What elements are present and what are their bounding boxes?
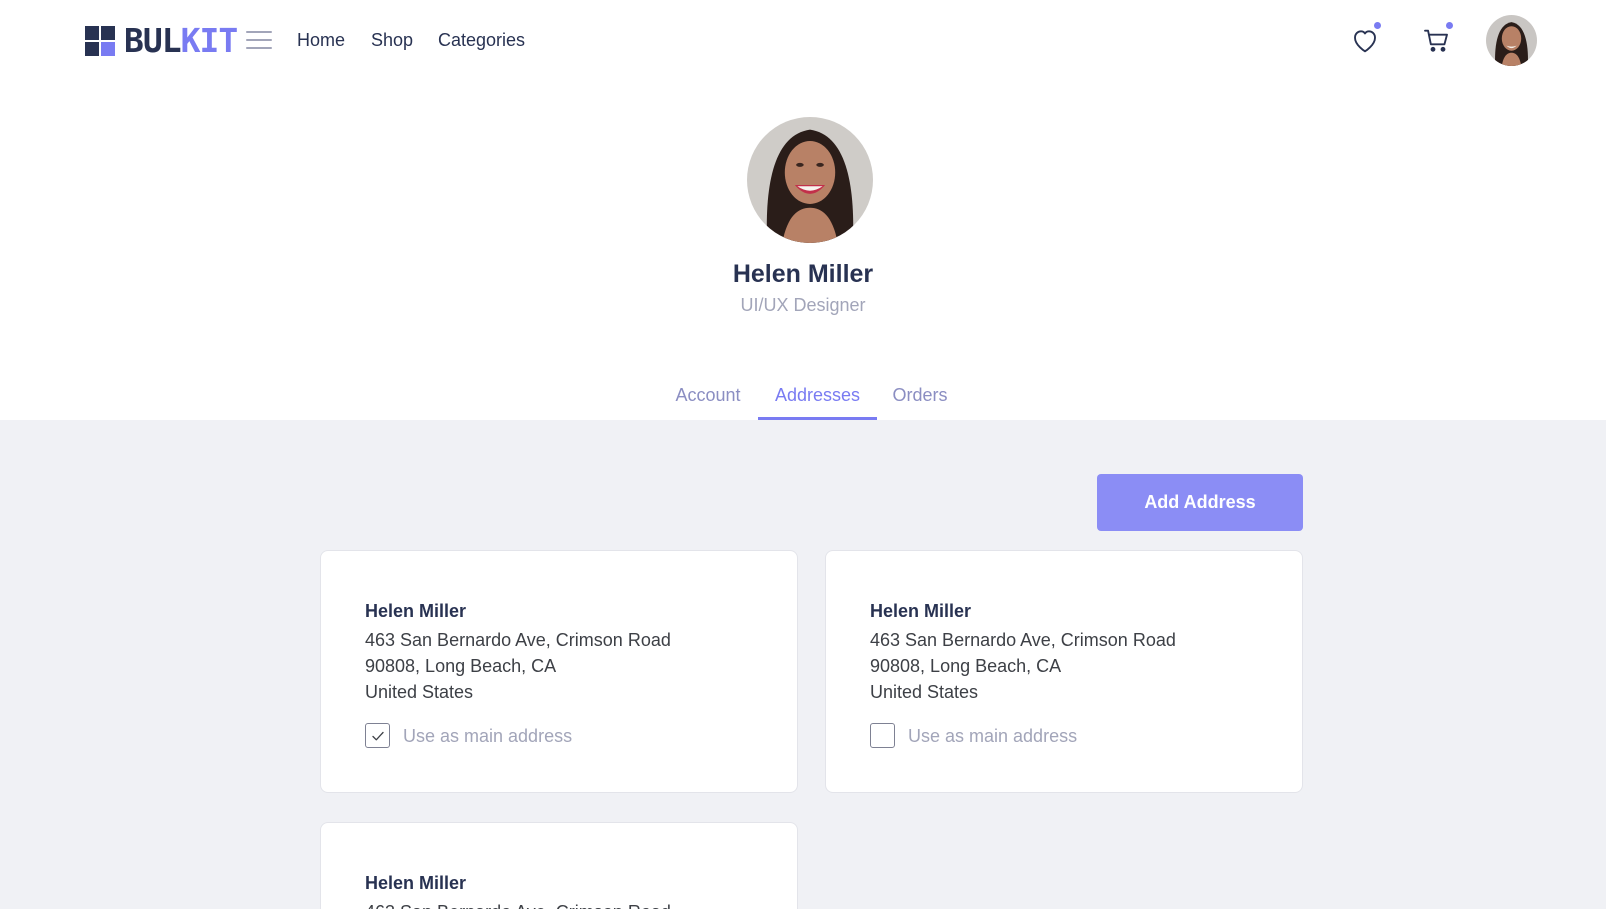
logo-text: BULKIT (124, 21, 239, 60)
address-country: United States (365, 682, 474, 702)
nav-home-link[interactable]: Home (297, 28, 345, 52)
logo-text-part2: KIT (180, 21, 239, 60)
brand-logo[interactable]: BULKIT (85, 21, 239, 60)
profile-avatar (747, 117, 873, 243)
profile-name: Helen Miller (732, 260, 874, 288)
cart-badge (1444, 20, 1455, 31)
checkmark-icon (371, 731, 384, 740)
tab-account[interactable]: Account (658, 380, 758, 420)
checkbox-label: Use as main address (908, 725, 1078, 746)
menu-icon[interactable] (246, 30, 272, 50)
checkbox-box[interactable] (365, 723, 390, 748)
logo-mark-icon (85, 26, 115, 56)
address-line2: 90808, Long Beach, CA (870, 656, 1062, 676)
header-section: BULKIT Home Shop Categories Helen Miller… (0, 0, 1606, 420)
checkbox-box[interactable] (870, 723, 895, 748)
address-line1: 463 San Bernardo Ave, Crimson Road (870, 630, 1176, 650)
add-address-button[interactable]: Add Address (1097, 474, 1303, 531)
address-line2: 90808, Long Beach, CA (365, 656, 557, 676)
address-name: Helen Miller (365, 873, 467, 893)
wishlist-button[interactable] (1349, 20, 1383, 56)
logo-text-part1: BUL (124, 21, 182, 60)
address-country: United States (870, 682, 979, 702)
main-address-checkbox[interactable]: Use as main address (365, 723, 572, 748)
address-card: Helen Miller 463 San Bernardo Ave, Crims… (320, 822, 798, 909)
address-line1: 463 San Bernardo Ave, Crimson Road (365, 630, 671, 650)
address-name: Helen Miller (870, 601, 972, 621)
tab-addresses[interactable]: Addresses (758, 380, 877, 420)
wishlist-badge (1372, 20, 1383, 31)
address-name: Helen Miller (365, 601, 467, 621)
user-avatar[interactable] (1486, 15, 1537, 66)
checkbox-label: Use as main address (403, 725, 573, 746)
profile-role: UI/UX Designer (740, 295, 866, 315)
address-card: Helen Miller 463 San Bernardo Ave, Crims… (320, 550, 798, 793)
tab-orders[interactable]: Orders (877, 380, 963, 420)
address-card: Helen Miller 463 San Bernardo Ave, Crims… (825, 550, 1303, 793)
nav-categories-link[interactable]: Categories (438, 28, 525, 52)
cart-button[interactable] (1421, 20, 1455, 56)
profile-tabs: Account Addresses Orders (0, 380, 1606, 420)
main-address-checkbox[interactable]: Use as main address (870, 723, 1077, 748)
nav-shop-link[interactable]: Shop (371, 28, 413, 52)
address-line1: 463 San Bernardo Ave, Crimson Road (365, 900, 671, 909)
